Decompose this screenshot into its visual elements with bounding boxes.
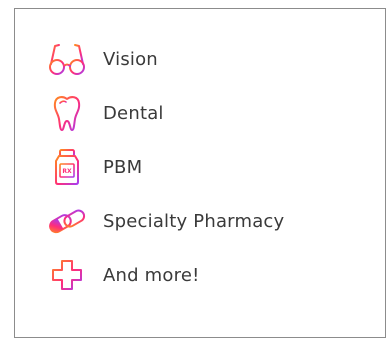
benefit-item-and-more: And more! xyxy=(47,255,284,295)
benefits-list: Vision Dental RX PBM Specialty Pharmacy … xyxy=(47,39,284,309)
capsule-icon xyxy=(47,201,87,241)
benefit-item-specialty-pharmacy: Specialty Pharmacy xyxy=(47,201,284,241)
benefits-card: Vision Dental RX PBM Specialty Pharmacy … xyxy=(14,8,386,338)
benefit-label: Dental xyxy=(103,102,164,124)
benefit-label: And more! xyxy=(103,264,200,286)
tooth-icon xyxy=(47,93,87,133)
benefit-item-dental: Dental xyxy=(47,93,284,133)
eyeglasses-icon xyxy=(47,39,87,79)
pill-bottle-icon: RX xyxy=(47,147,87,187)
benefit-label: PBM xyxy=(103,156,143,178)
benefit-item-vision: Vision xyxy=(47,39,284,79)
medical-cross-icon xyxy=(47,255,87,295)
benefit-item-pbm: RX PBM xyxy=(47,147,284,187)
benefit-label: Specialty Pharmacy xyxy=(103,210,285,232)
benefit-label: Vision xyxy=(103,48,158,70)
svg-text:RX: RX xyxy=(62,168,72,175)
